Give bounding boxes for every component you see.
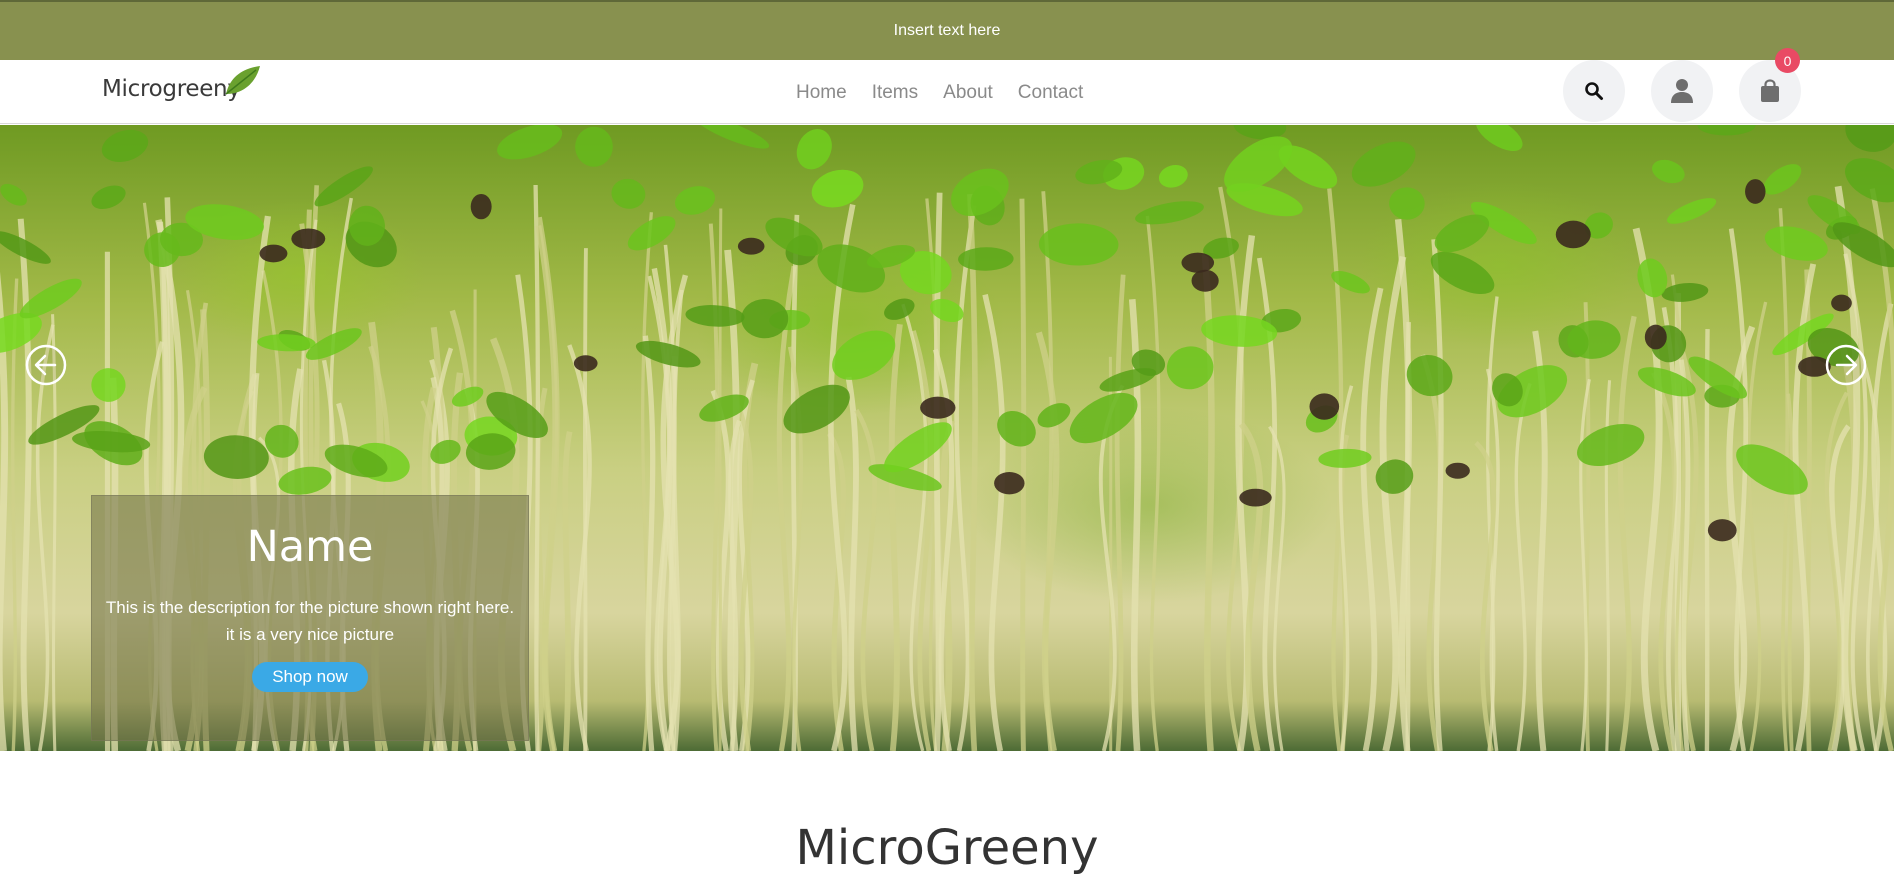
carousel-prev-button[interactable]: [25, 344, 67, 386]
shopping-bag-icon: [1761, 79, 1779, 102]
announcement-text: Insert text here: [893, 22, 1001, 39]
nav-about[interactable]: About: [943, 82, 993, 104]
account-button[interactable]: [1651, 60, 1713, 122]
section-heading: MicroGreeny: [795, 820, 1099, 876]
hero-carousel: Name This is the description for the pic…: [0, 125, 1894, 751]
caption-title: Name: [246, 522, 374, 572]
search-button[interactable]: [1563, 60, 1625, 122]
caption-description: This is the description for the picture …: [105, 598, 515, 644]
shop-now-button[interactable]: Shop now: [252, 662, 368, 692]
carousel-next-button[interactable]: [1825, 344, 1867, 386]
nav-contact[interactable]: Contact: [1018, 82, 1083, 104]
main-nav: Home Items About Contact: [796, 82, 1083, 104]
nav-home[interactable]: Home: [796, 82, 847, 104]
nav-items[interactable]: Items: [872, 82, 918, 104]
cart-count-badge: 0: [1775, 48, 1800, 73]
site-header: Microgreeny Home Items About Contact 0: [0, 48, 1894, 124]
logo-text: Microgreeny: [102, 76, 241, 102]
leaf-icon: [225, 66, 260, 95]
announcement-bar: Insert text here: [0, 0, 1894, 60]
user-icon: [1671, 79, 1693, 103]
hero-caption: Name This is the description for the pic…: [91, 495, 529, 741]
logo[interactable]: Microgreeny: [102, 64, 262, 108]
search-icon: [1585, 82, 1603, 100]
